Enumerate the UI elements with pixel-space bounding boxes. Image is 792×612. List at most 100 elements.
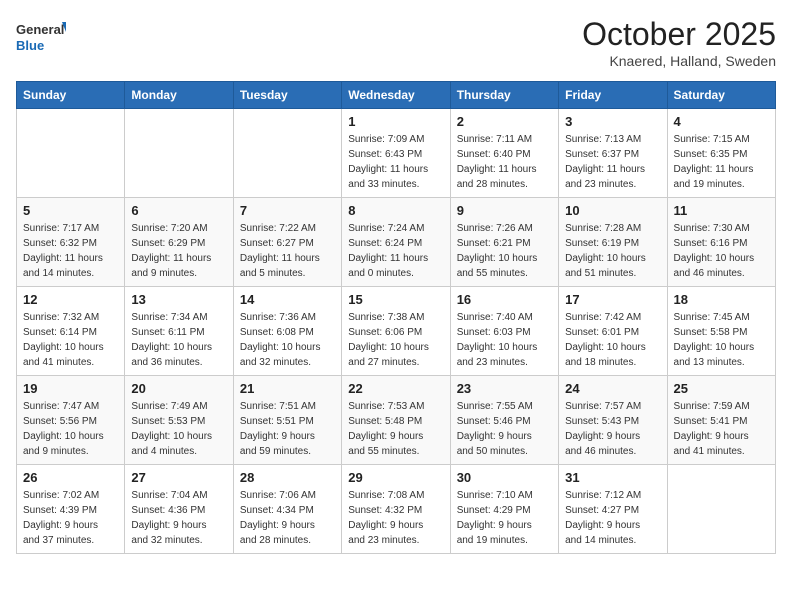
day-cell: 6 Sunrise: 7:20 AM Sunset: 6:29 PM Daylig…	[125, 198, 233, 287]
day-cell: 27 Sunrise: 7:04 AM Sunset: 4:36 PM Dayli…	[125, 465, 233, 554]
day-info: Sunrise: 7:30 AM Sunset: 6:16 PM Dayligh…	[674, 221, 769, 281]
day-cell: 20 Sunrise: 7:49 AM Sunset: 5:53 PM Dayli…	[125, 376, 233, 465]
day-number: 30	[457, 470, 552, 485]
day-info: Sunrise: 7:20 AM Sunset: 6:29 PM Dayligh…	[131, 221, 226, 281]
day-cell: 1 Sunrise: 7:09 AM Sunset: 6:43 PM Daylig…	[342, 109, 450, 198]
day-cell	[667, 465, 775, 554]
day-cell: 25Sunrise: 7:59 AM Sunset: 5:41 PM Dayli…	[667, 376, 775, 465]
day-info: Sunrise: 7:36 AM Sunset: 6:08 PM Dayligh…	[240, 310, 335, 370]
day-number: 11	[674, 203, 769, 218]
header-wednesday: Wednesday	[342, 82, 450, 109]
header-monday: Monday	[125, 82, 233, 109]
day-cell: 7 Sunrise: 7:22 AM Sunset: 6:27 PM Daylig…	[233, 198, 341, 287]
day-cell: 12 Sunrise: 7:32 AM Sunset: 6:14 PM Dayli…	[17, 287, 125, 376]
header-sunday: Sunday	[17, 82, 125, 109]
day-info: Sunrise: 7:12 AM Sunset: 4:27 PM Dayligh…	[565, 488, 660, 548]
title-block: October 2025 Knaered, Halland, Sweden	[582, 16, 776, 69]
day-number: 7	[240, 203, 335, 218]
day-cell: 28 Sunrise: 7:06 AM Sunset: 4:34 PM Dayli…	[233, 465, 341, 554]
day-number: 26	[23, 470, 118, 485]
week-row-3: 12 Sunrise: 7:32 AM Sunset: 6:14 PM Dayli…	[17, 287, 776, 376]
day-info: Sunrise: 7:38 AM Sunset: 6:06 PM Dayligh…	[348, 310, 443, 370]
day-info: Sunrise: 7:49 AM Sunset: 5:53 PM Dayligh…	[131, 399, 226, 459]
day-cell: 21 Sunrise: 7:51 AM Sunset: 5:51 PM Dayli…	[233, 376, 341, 465]
day-cell	[125, 109, 233, 198]
day-cell: 29Sunrise: 7:08 AM Sunset: 4:32 PM Dayli…	[342, 465, 450, 554]
day-number: 22	[348, 381, 443, 396]
day-cell: 11 Sunrise: 7:30 AM Sunset: 6:16 PM Dayli…	[667, 198, 775, 287]
day-info: Sunrise: 7:11 AM Sunset: 6:40 PM Dayligh…	[457, 132, 552, 192]
header-saturday: Saturday	[667, 82, 775, 109]
day-info: Sunrise: 7:06 AM Sunset: 4:34 PM Dayligh…	[240, 488, 335, 548]
day-number: 18	[674, 292, 769, 307]
svg-text:General: General	[16, 22, 64, 37]
day-cell: 14 Sunrise: 7:36 AM Sunset: 6:08 PM Dayli…	[233, 287, 341, 376]
day-cell: 4 Sunrise: 7:15 AM Sunset: 6:35 PM Daylig…	[667, 109, 775, 198]
day-number: 13	[131, 292, 226, 307]
day-number: 23	[457, 381, 552, 396]
day-number: 17	[565, 292, 660, 307]
day-info: Sunrise: 7:24 AM Sunset: 6:24 PM Dayligh…	[348, 221, 443, 281]
week-row-1: 1 Sunrise: 7:09 AM Sunset: 6:43 PM Daylig…	[17, 109, 776, 198]
day-number: 12	[23, 292, 118, 307]
day-cell: 24 Sunrise: 7:57 AM Sunset: 5:43 PM Dayli…	[559, 376, 667, 465]
day-info: Sunrise: 7:13 AM Sunset: 6:37 PM Dayligh…	[565, 132, 660, 192]
day-number: 15	[348, 292, 443, 307]
day-info: Sunrise: 7:51 AM Sunset: 5:51 PM Dayligh…	[240, 399, 335, 459]
day-info: Sunrise: 7:02 AM Sunset: 4:39 PM Dayligh…	[23, 488, 118, 548]
calendar-header-row: SundayMondayTuesdayWednesdayThursdayFrid…	[17, 82, 776, 109]
svg-text:Blue: Blue	[16, 38, 44, 53]
day-number: 1	[348, 114, 443, 129]
day-number: 27	[131, 470, 226, 485]
logo-svg: General Blue	[16, 16, 66, 56]
header-friday: Friday	[559, 82, 667, 109]
day-number: 20	[131, 381, 226, 396]
day-cell: 26 Sunrise: 7:02 AM Sunset: 4:39 PM Dayli…	[17, 465, 125, 554]
day-number: 14	[240, 292, 335, 307]
day-cell: 10Sunrise: 7:28 AM Sunset: 6:19 PM Dayli…	[559, 198, 667, 287]
day-cell: 18 Sunrise: 7:45 AM Sunset: 5:58 PM Dayli…	[667, 287, 775, 376]
day-info: Sunrise: 7:28 AM Sunset: 6:19 PM Dayligh…	[565, 221, 660, 281]
day-cell: 17 Sunrise: 7:42 AM Sunset: 6:01 PM Dayli…	[559, 287, 667, 376]
day-cell: 9 Sunrise: 7:26 AM Sunset: 6:21 PM Daylig…	[450, 198, 558, 287]
day-cell: 13 Sunrise: 7:34 AM Sunset: 6:11 PM Dayli…	[125, 287, 233, 376]
day-number: 4	[674, 114, 769, 129]
calendar-table: SundayMondayTuesdayWednesdayThursdayFrid…	[16, 81, 776, 554]
day-info: Sunrise: 7:17 AM Sunset: 6:32 PM Dayligh…	[23, 221, 118, 281]
day-info: Sunrise: 7:04 AM Sunset: 4:36 PM Dayligh…	[131, 488, 226, 548]
day-info: Sunrise: 7:40 AM Sunset: 6:03 PM Dayligh…	[457, 310, 552, 370]
day-info: Sunrise: 7:57 AM Sunset: 5:43 PM Dayligh…	[565, 399, 660, 459]
day-number: 6	[131, 203, 226, 218]
day-info: Sunrise: 7:26 AM Sunset: 6:21 PM Dayligh…	[457, 221, 552, 281]
day-number: 28	[240, 470, 335, 485]
header: General Blue October 2025 Knaered, Halla…	[16, 16, 776, 69]
day-cell	[233, 109, 341, 198]
week-row-2: 5Sunrise: 7:17 AM Sunset: 6:32 PM Daylig…	[17, 198, 776, 287]
day-number: 24	[565, 381, 660, 396]
day-number: 21	[240, 381, 335, 396]
day-number: 31	[565, 470, 660, 485]
day-cell	[17, 109, 125, 198]
day-info: Sunrise: 7:22 AM Sunset: 6:27 PM Dayligh…	[240, 221, 335, 281]
day-info: Sunrise: 7:09 AM Sunset: 6:43 PM Dayligh…	[348, 132, 443, 192]
page: General Blue October 2025 Knaered, Halla…	[0, 0, 792, 612]
day-cell: 23Sunrise: 7:55 AM Sunset: 5:46 PM Dayli…	[450, 376, 558, 465]
day-number: 9	[457, 203, 552, 218]
month-title: October 2025	[582, 16, 776, 53]
day-cell: 16Sunrise: 7:40 AM Sunset: 6:03 PM Dayli…	[450, 287, 558, 376]
day-number: 29	[348, 470, 443, 485]
day-cell: 2 Sunrise: 7:11 AM Sunset: 6:40 PM Daylig…	[450, 109, 558, 198]
day-number: 3	[565, 114, 660, 129]
day-info: Sunrise: 7:53 AM Sunset: 5:48 PM Dayligh…	[348, 399, 443, 459]
day-info: Sunrise: 7:15 AM Sunset: 6:35 PM Dayligh…	[674, 132, 769, 192]
day-info: Sunrise: 7:34 AM Sunset: 6:11 PM Dayligh…	[131, 310, 226, 370]
day-number: 2	[457, 114, 552, 129]
day-number: 19	[23, 381, 118, 396]
day-info: Sunrise: 7:42 AM Sunset: 6:01 PM Dayligh…	[565, 310, 660, 370]
day-info: Sunrise: 7:45 AM Sunset: 5:58 PM Dayligh…	[674, 310, 769, 370]
day-info: Sunrise: 7:32 AM Sunset: 6:14 PM Dayligh…	[23, 310, 118, 370]
day-cell: 31 Sunrise: 7:12 AM Sunset: 4:27 PM Dayli…	[559, 465, 667, 554]
header-tuesday: Tuesday	[233, 82, 341, 109]
day-cell: 19Sunrise: 7:47 AM Sunset: 5:56 PM Dayli…	[17, 376, 125, 465]
day-cell: 8Sunrise: 7:24 AM Sunset: 6:24 PM Daylig…	[342, 198, 450, 287]
